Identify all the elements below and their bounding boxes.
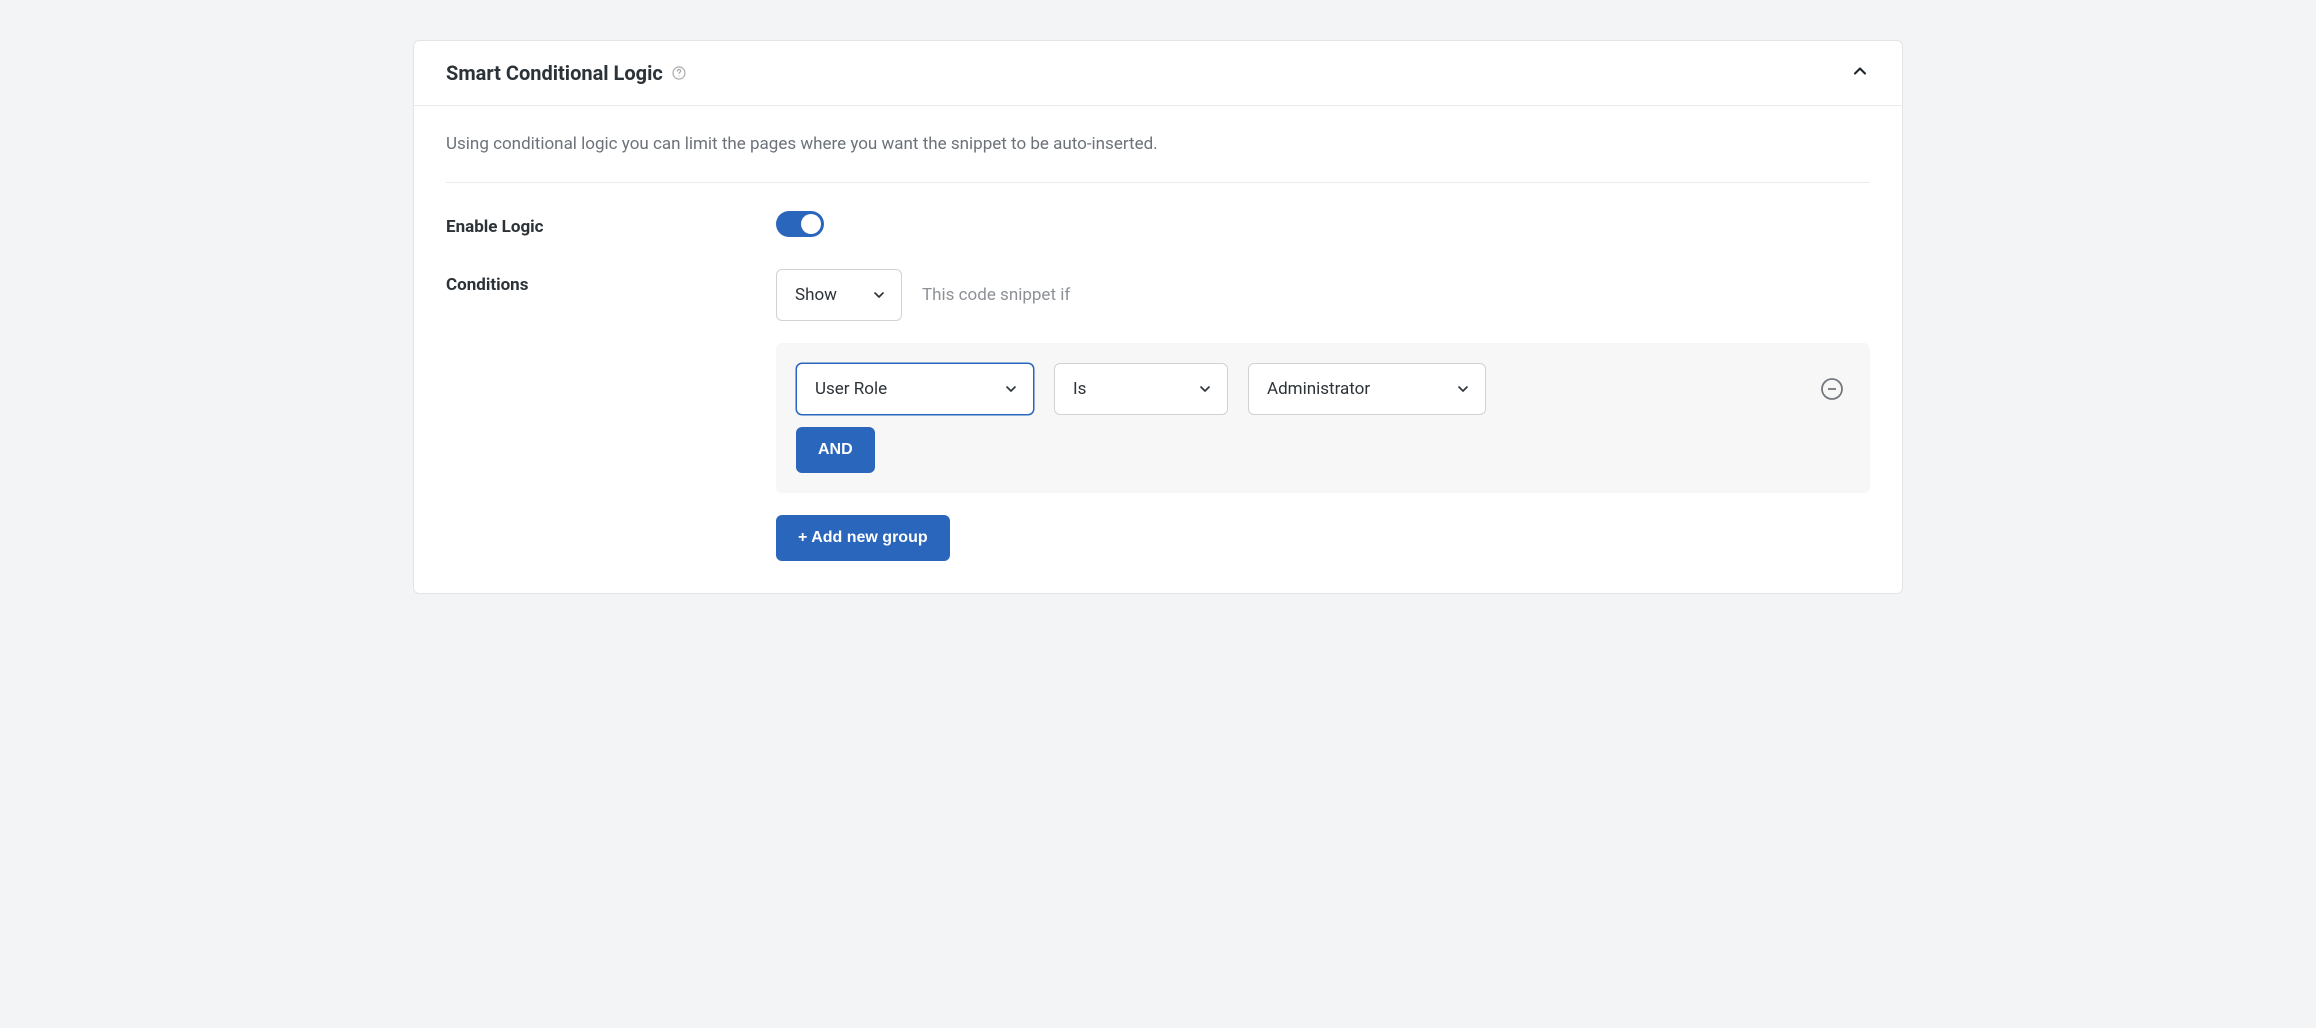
rule-field-value: User Role <box>815 379 887 399</box>
action-select[interactable]: Show <box>776 269 902 321</box>
condition-helper-text: This code snippet if <box>922 285 1070 305</box>
conditional-logic-panel: Smart Conditional Logic Using conditiona… <box>413 40 1903 594</box>
chevron-down-icon <box>1455 381 1471 397</box>
enable-logic-row: Enable Logic <box>446 211 1870 241</box>
chevron-up-icon[interactable] <box>1850 61 1870 85</box>
condition-group: User Role Is Administrat <box>776 343 1870 493</box>
condition-action-line: Show This code snippet if <box>776 269 1870 321</box>
chevron-down-icon <box>1197 381 1213 397</box>
enable-logic-content <box>776 211 1870 241</box>
rule-field-select[interactable]: User Role <box>796 363 1034 415</box>
conditions-label: Conditions <box>446 269 776 295</box>
condition-rule: User Role Is Administrat <box>796 363 1850 415</box>
rule-operator-value: Is <box>1073 379 1086 399</box>
panel-body: Using conditional logic you can limit th… <box>414 106 1902 593</box>
toggle-handle <box>801 214 821 234</box>
enable-logic-toggle[interactable] <box>776 211 824 237</box>
rule-operator-select[interactable]: Is <box>1054 363 1228 415</box>
rule-value-text: Administrator <box>1267 379 1370 399</box>
conditions-row: Conditions Show This code snippet if Use <box>446 269 1870 561</box>
rule-value-select[interactable]: Administrator <box>1248 363 1486 415</box>
enable-logic-label: Enable Logic <box>446 211 776 237</box>
conditions-content: Show This code snippet if User Role <box>776 269 1870 561</box>
chevron-down-icon <box>1003 381 1019 397</box>
panel-description: Using conditional logic you can limit th… <box>446 134 1870 183</box>
panel-title: Smart Conditional Logic <box>446 61 663 85</box>
panel-header[interactable]: Smart Conditional Logic <box>414 41 1902 106</box>
chevron-down-icon <box>871 287 887 303</box>
remove-rule-button[interactable] <box>1820 377 1850 401</box>
panel-title-wrap: Smart Conditional Logic <box>446 61 687 85</box>
and-button[interactable]: AND <box>796 427 875 473</box>
help-icon[interactable] <box>671 65 687 81</box>
add-group-button[interactable]: + Add new group <box>776 515 950 561</box>
action-select-value: Show <box>795 285 837 305</box>
